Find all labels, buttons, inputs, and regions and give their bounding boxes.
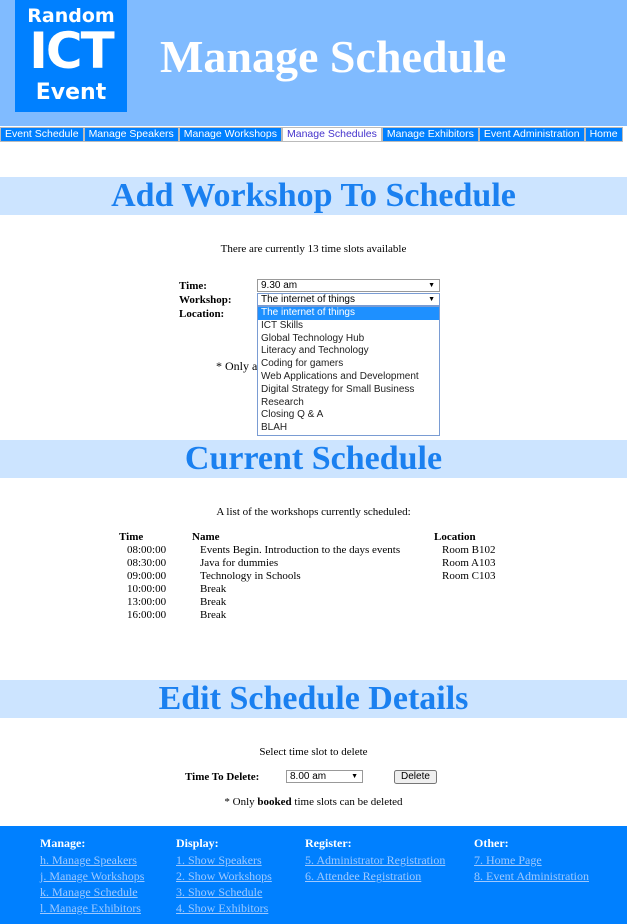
workshop-option[interactable]: Web Applications and Development: [258, 371, 439, 384]
cell-location: Room B102: [442, 544, 496, 556]
footer-link[interactable]: 7. Home Page: [474, 852, 589, 868]
delete-note: * Only booked time slots can be deleted: [0, 796, 627, 808]
table-row: 13:00:00 Break: [0, 596, 627, 609]
footer-heading: Display:: [176, 836, 219, 850]
header: Random ICT Event Manage Schedule: [0, 0, 627, 126]
add-note: * Only a: [216, 359, 258, 373]
footer-link[interactable]: 8. Event Administration: [474, 868, 589, 884]
cell-time: 08:30:00: [127, 557, 167, 569]
nav-manage-exhibitors[interactable]: Manage Exhibitors: [381, 127, 479, 142]
footer-column: Display: 1. Show Speakers 2. Show Workshop…: [176, 836, 272, 916]
table-row: 08:00:00 Events Begin. Introduction to th…: [0, 544, 627, 557]
footer-link[interactable]: l. Manage Exhibitors: [40, 900, 144, 916]
table-row: 10:00:00 Break: [0, 583, 627, 596]
nav-manage-schedules[interactable]: Manage Schedules: [281, 127, 382, 142]
cell-time: 09:00:00: [127, 570, 167, 582]
note-text: * Only: [224, 796, 258, 808]
workshop-value: The internet of things: [261, 294, 355, 305]
cell-time: 08:00:00: [127, 544, 167, 556]
nav-home[interactable]: Home: [584, 127, 623, 142]
footer-column: Register: 5. Administrator Registration 6.…: [305, 836, 445, 884]
nav-manage-workshops[interactable]: Manage Workshops: [178, 127, 282, 142]
workshop-option[interactable]: Literacy and Technology: [258, 345, 439, 358]
logo-line: ICT: [29, 22, 114, 80]
col-name: Name: [192, 531, 220, 543]
nav-bar: Event Schedule Manage Speakers Manage Wo…: [0, 127, 627, 142]
workshop-option[interactable]: BLAH: [258, 422, 439, 435]
time-to-delete-select[interactable]: 8.00 am ▼: [286, 770, 363, 783]
table-row: 08:30:00 Java for dummies Room A103: [0, 557, 627, 570]
footer: Manage: h. Manage Speakers j. Manage Works…: [0, 826, 627, 924]
logo-line: Event: [35, 80, 107, 105]
workshop-option[interactable]: Global Technology Hub: [258, 333, 439, 346]
chevron-down-icon: ▼: [428, 282, 435, 289]
chevron-down-icon: ▼: [428, 296, 435, 303]
footer-link[interactable]: 2. Show Workshops: [176, 868, 272, 884]
cell-name: Events Begin. Introduction to the days e…: [200, 544, 401, 556]
footer-link[interactable]: k. Manage Schedule: [40, 884, 144, 900]
workshop-dropdown-list: The internet of things ICT Skills Global…: [257, 306, 440, 436]
cell-location: Room A103: [442, 557, 496, 569]
workshop-option[interactable]: Closing Q & A: [258, 409, 439, 422]
nav-event-schedule[interactable]: Event Schedule: [0, 127, 84, 142]
time-select[interactable]: 9.30 am ▼: [257, 279, 440, 292]
location-label: Location:: [179, 308, 225, 320]
time-to-delete-label: Time To Delete:: [185, 771, 260, 783]
slots-info: There are currently 13 time slots availa…: [220, 243, 407, 255]
table-row: 16:00:00 Break: [0, 609, 627, 622]
footer-link[interactable]: 1. Show Speakers: [176, 852, 272, 868]
footer-link[interactable]: 6. Attendee Registration: [305, 868, 445, 884]
workshop-option[interactable]: The internet of things: [258, 307, 439, 320]
current-schedule-heading: Current Schedule: [0, 440, 627, 478]
footer-link[interactable]: 5. Administrator Registration: [305, 852, 445, 868]
delete-info: Select time slot to delete: [259, 746, 368, 758]
nav-manage-speakers[interactable]: Manage Speakers: [83, 127, 179, 142]
workshop-option[interactable]: ICT Skills: [258, 320, 439, 333]
footer-column: Manage: h. Manage Speakers j. Manage Works…: [40, 836, 144, 916]
footer-column: Other: 7. Home Page 8. Event Administratio…: [474, 836, 589, 884]
cell-time: 16:00:00: [127, 609, 167, 621]
delete-button[interactable]: Delete: [394, 770, 437, 784]
schedule-header: Time Name Location: [0, 531, 627, 544]
chevron-down-icon: ▼: [351, 773, 358, 780]
col-time: Time: [119, 531, 144, 543]
workshop-option[interactable]: Research: [258, 397, 439, 410]
edit-schedule-heading: Edit Schedule Details: [0, 680, 627, 718]
cell-name: Java for dummies: [200, 557, 279, 569]
cell-name: Break: [200, 609, 227, 621]
delete-time-value: 8.00 am: [290, 771, 327, 782]
footer-heading: Register:: [305, 836, 352, 850]
workshop-option[interactable]: Digital Strategy for Small Business: [258, 384, 439, 397]
cell-name: Break: [200, 596, 227, 608]
cell-name: Break: [200, 583, 227, 595]
footer-link[interactable]: h. Manage Speakers: [40, 852, 144, 868]
workshop-label: Workshop:: [179, 294, 232, 306]
table-row: 09:00:00 Technology in Schools Room C103: [0, 570, 627, 583]
cell-location: Room C103: [442, 570, 496, 582]
time-label: Time:: [179, 280, 207, 292]
nav-event-administration[interactable]: Event Administration: [478, 127, 585, 142]
footer-link[interactable]: 3. Show Schedule: [176, 884, 272, 900]
logo[interactable]: Random ICT Event: [15, 0, 127, 112]
page-title: Manage Schedule: [160, 31, 507, 82]
time-value: 9.30 am: [261, 280, 298, 291]
footer-heading: Other:: [474, 836, 509, 850]
cell-time: 10:00:00: [127, 583, 167, 595]
add-workshop-heading: Add Workshop To Schedule: [0, 177, 627, 215]
workshop-select[interactable]: The internet of things ▼: [257, 293, 440, 306]
footer-heading: Manage:: [40, 836, 86, 850]
workshop-option[interactable]: Coding for gamers: [258, 358, 439, 371]
note-text: time slots can be deleted: [291, 796, 403, 808]
cell-time: 13:00:00: [127, 596, 167, 608]
footer-link[interactable]: j. Manage Workshops: [40, 868, 144, 884]
schedule-info: A list of the workshops currently schedu…: [216, 506, 411, 518]
cell-name: Technology in Schools: [200, 570, 301, 582]
note-bold: booked: [257, 796, 292, 808]
footer-link[interactable]: 4. Show Exhibitors: [176, 900, 272, 916]
col-location: Location: [434, 531, 476, 543]
